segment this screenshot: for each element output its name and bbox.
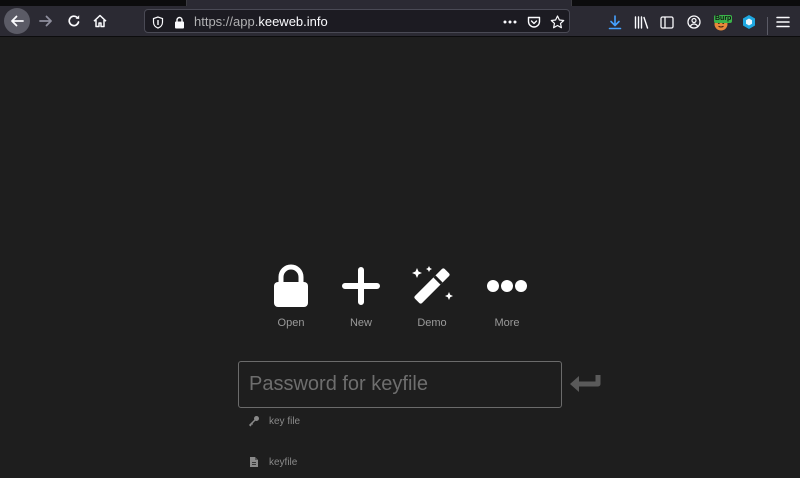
url-bar[interactable]: https://app.keeweb.info xyxy=(144,9,570,33)
sidebar-button[interactable] xyxy=(658,13,676,31)
lock-icon[interactable] xyxy=(171,14,187,30)
account-icon xyxy=(687,15,701,29)
reload-icon xyxy=(68,15,80,27)
browser-toolbar: https://app.keeweb.info Burp xyxy=(0,6,800,37)
menu-button[interactable] xyxy=(774,13,792,31)
demo-label: Demo xyxy=(417,317,447,329)
url-text[interactable]: https://app.keeweb.info xyxy=(194,14,328,29)
magic-wand-icon xyxy=(412,266,453,304)
home-icon xyxy=(93,14,107,28)
enter-arrow-icon xyxy=(570,375,601,392)
submit-password-button[interactable] xyxy=(568,371,602,397)
forward-button[interactable] xyxy=(34,9,58,33)
toolbar-separator xyxy=(767,17,768,35)
download-icon xyxy=(608,14,622,29)
bookmark-star-icon[interactable] xyxy=(549,14,565,30)
demo-button[interactable]: Demo xyxy=(397,262,467,332)
password-field-container xyxy=(238,361,562,408)
account-button[interactable] xyxy=(685,13,703,31)
new-button[interactable]: New xyxy=(326,262,396,332)
key-icon xyxy=(248,415,260,427)
open-button[interactable]: Open xyxy=(256,262,326,332)
reload-button[interactable] xyxy=(62,9,86,33)
burp-badge: Burp xyxy=(714,15,733,23)
cube-extension-icon xyxy=(743,15,755,29)
url-host: keeweb.info xyxy=(258,14,328,29)
downloads-button[interactable] xyxy=(606,13,624,31)
more-button[interactable]: More xyxy=(472,262,542,332)
arrow-left-icon xyxy=(11,15,24,27)
url-subdomain: app. xyxy=(233,14,259,29)
back-button[interactable] xyxy=(4,8,30,34)
url-scheme: https:// xyxy=(194,14,234,29)
new-label: New xyxy=(349,317,372,329)
hamburger-menu-icon xyxy=(776,16,790,28)
library-icon xyxy=(634,15,648,29)
arrow-right-icon xyxy=(39,15,52,27)
last-file-item[interactable]: keyfile xyxy=(248,454,297,470)
open-label: Open xyxy=(277,317,305,329)
last-file-name: keyfile xyxy=(269,456,298,468)
tracking-shield-icon[interactable] xyxy=(150,14,166,30)
page-actions-icon[interactable] xyxy=(502,14,518,30)
last-file-item[interactable]: key file xyxy=(248,413,300,429)
password-input[interactable] xyxy=(238,361,562,408)
plus-icon xyxy=(342,267,380,305)
ellipsis-icon xyxy=(487,280,527,292)
pocket-icon[interactable] xyxy=(526,14,542,30)
library-button[interactable] xyxy=(632,13,650,31)
lock-icon xyxy=(274,264,308,307)
last-file-name: key file xyxy=(269,415,301,427)
extension-button[interactable] xyxy=(740,13,758,31)
open-actions: Open New Demo More xyxy=(254,262,544,332)
more-label: More xyxy=(494,317,520,329)
file-icon xyxy=(248,456,260,468)
home-button[interactable] xyxy=(88,9,112,33)
sidebar-icon xyxy=(660,15,674,29)
